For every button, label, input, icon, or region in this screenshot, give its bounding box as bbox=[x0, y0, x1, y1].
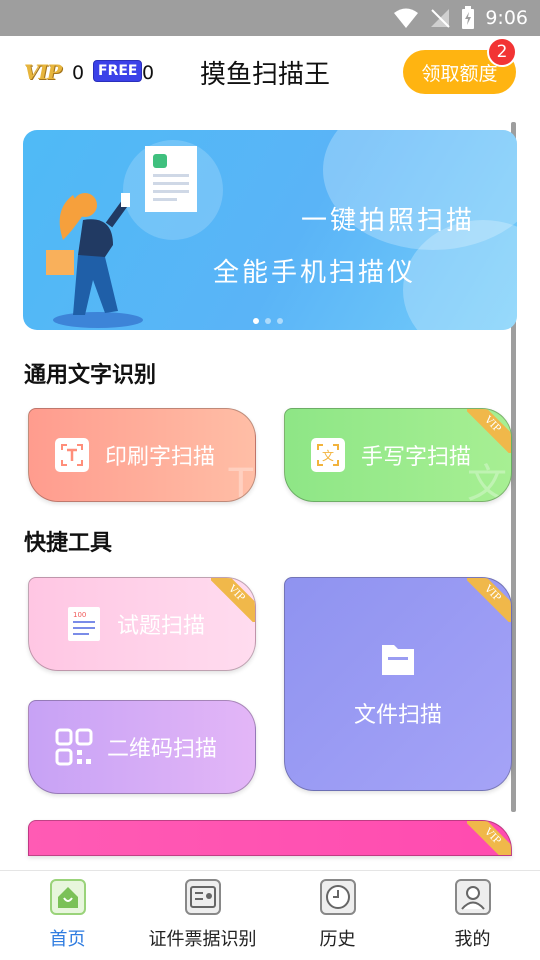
vip-ribbon-label: VIP bbox=[467, 821, 511, 855]
section-title-ocr: 通用文字识别 bbox=[24, 363, 157, 388]
tab-home-label: 首页 bbox=[49, 929, 86, 950]
tab-history[interactable]: 历史 bbox=[270, 879, 405, 951]
claim-quota-label: 领取额度 bbox=[421, 62, 498, 85]
qr-scan-card[interactable]: 二维码扫描 bbox=[28, 700, 256, 794]
vip-ribbon-label: VIP bbox=[211, 578, 255, 622]
notification-badge: 2 bbox=[487, 37, 517, 67]
exam-paper-icon: 100 bbox=[68, 607, 100, 641]
vip-ribbon: VIP bbox=[467, 409, 511, 453]
watermark-t-icon: T bbox=[228, 461, 253, 502]
handwriting-scan-card[interactable]: 文 手写字扫描 文 VIP bbox=[284, 408, 512, 502]
carousel-dot[interactable] bbox=[265, 318, 271, 324]
tab-profile-label: 我的 bbox=[454, 929, 491, 950]
tab-history-label: 历史 bbox=[319, 929, 356, 950]
promo-banner[interactable]: 一键拍照扫描 全能手机扫描仪 bbox=[23, 130, 517, 330]
banner-headline: 一键拍照扫描 bbox=[300, 206, 475, 236]
exam-scan-card[interactable]: 100 试题扫描 VIP bbox=[28, 577, 256, 671]
carousel-indicator bbox=[253, 318, 283, 324]
app-header: VIP 0 FREE 0 摸鱼扫描王 领取额度 2 bbox=[0, 36, 540, 108]
battery-icon bbox=[462, 6, 475, 29]
promo-card-partial[interactable]: VIP bbox=[28, 820, 512, 856]
vip-ribbon-label: VIP bbox=[467, 578, 511, 622]
vip-ribbon: VIP bbox=[467, 578, 511, 622]
status-bar: 9:06 bbox=[0, 0, 540, 36]
carousel-dot[interactable] bbox=[253, 318, 259, 324]
text-recognition-icon bbox=[55, 438, 89, 472]
svg-text:文: 文 bbox=[322, 448, 334, 463]
banner-subheadline: 全能手机扫描仪 bbox=[213, 258, 417, 288]
bottom-tab-bar: 首页 证件票据识别 历史 我的 bbox=[0, 870, 540, 960]
tab-home[interactable]: 首页 bbox=[0, 879, 135, 951]
handwriting-icon: 文 bbox=[311, 438, 345, 472]
free-count: 0 bbox=[142, 62, 155, 84]
file-scan-label: 文件扫描 bbox=[353, 703, 442, 728]
id-card-icon bbox=[184, 879, 221, 915]
vip-ribbon-label: VIP bbox=[467, 409, 511, 453]
carousel-dot[interactable] bbox=[277, 318, 283, 324]
folder-icon bbox=[382, 645, 414, 675]
section-title-tools: 快捷工具 bbox=[24, 531, 113, 556]
clock-icon bbox=[319, 879, 356, 915]
svg-text:100: 100 bbox=[73, 611, 86, 619]
print-scan-label: 印刷字扫描 bbox=[105, 445, 216, 470]
no-signal-icon bbox=[431, 9, 451, 28]
vip-logo: VIP bbox=[24, 60, 62, 84]
person-illustration-icon bbox=[46, 193, 143, 328]
vip-ribbon: VIP bbox=[211, 578, 255, 622]
tab-id-documents[interactable]: 证件票据识别 bbox=[135, 879, 270, 951]
qr-code-icon bbox=[55, 728, 93, 766]
file-scan-card[interactable]: 文件扫描 VIP bbox=[284, 577, 512, 791]
home-icon bbox=[49, 879, 86, 915]
handwriting-scan-label: 手写字扫描 bbox=[361, 445, 472, 470]
vip-ribbon: VIP bbox=[467, 821, 511, 855]
qr-scan-label: 二维码扫描 bbox=[107, 737, 218, 762]
tab-profile[interactable]: 我的 bbox=[405, 879, 540, 951]
wifi-icon bbox=[394, 8, 419, 28]
watermark-wen-icon: 文 bbox=[467, 461, 507, 502]
free-badge: FREE bbox=[93, 60, 143, 82]
exam-scan-label: 试题扫描 bbox=[117, 614, 206, 639]
user-icon bbox=[454, 879, 491, 915]
page-title: 摸鱼扫描王 bbox=[200, 60, 331, 90]
print-scan-card[interactable]: 印刷字扫描 T bbox=[28, 408, 256, 502]
vip-count: 0 bbox=[72, 62, 85, 84]
status-time: 9:06 bbox=[485, 7, 528, 29]
tab-id-documents-label: 证件票据识别 bbox=[148, 929, 257, 950]
